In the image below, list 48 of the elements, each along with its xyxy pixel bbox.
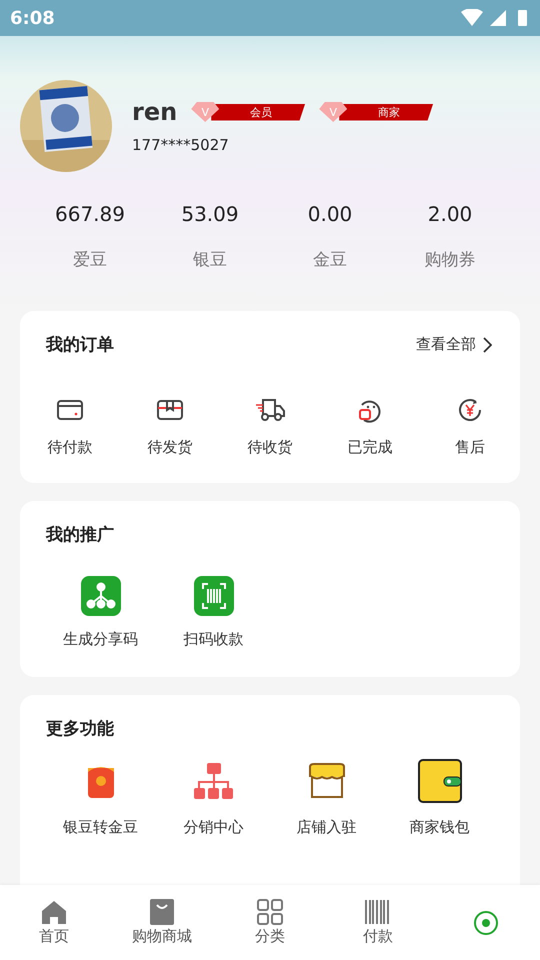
shop-icon [306, 761, 346, 801]
order-status-label[interactable]: 售后 [455, 438, 485, 457]
function-label[interactable]: 店铺入驻 [296, 818, 356, 837]
card-title: 我的推广 [46, 524, 114, 546]
stat-value: 0.00 [308, 202, 352, 226]
status-time: 6:08 [10, 8, 55, 28]
circle-icon [473, 910, 499, 936]
order-status-label[interactable]: 已完成 [348, 438, 392, 457]
wifi-icon [461, 9, 483, 26]
order-status-label[interactable]: 待收货 [248, 438, 292, 457]
order-status-label[interactable]: 待付款 [48, 438, 92, 457]
refund-icon [457, 397, 483, 423]
stat-value: 2.00 [428, 202, 472, 226]
promotion-label[interactable]: 扫码收款 [184, 630, 244, 649]
chevron-right-icon [482, 336, 492, 352]
truck-icon [255, 398, 285, 422]
shopping-bag-icon [150, 899, 174, 925]
hierarchy-icon [192, 762, 234, 800]
function-label[interactable]: 分销中心 [184, 818, 244, 837]
user-name: ren [132, 98, 178, 126]
stat-label: 银豆 [193, 249, 227, 271]
view-all-link[interactable]: 查看全部 [416, 335, 492, 354]
stat-label: 爱豆 [73, 249, 107, 271]
stat-value: 53.09 [181, 202, 239, 226]
function-label[interactable]: 银豆转金豆 [63, 818, 138, 837]
stat-label: 购物券 [424, 249, 476, 271]
home-icon [41, 899, 67, 925]
phone-number: 177****5027 [132, 136, 230, 154]
battery-icon [518, 10, 527, 26]
order-status-label[interactable]: 待发货 [148, 438, 192, 457]
nav-tab[interactable]: 分类 [216, 899, 324, 946]
promotion-label[interactable]: 生成分享码 [63, 630, 138, 649]
barcode-scan-icon [194, 576, 234, 616]
barcode-icon [364, 899, 392, 925]
box-icon [157, 399, 183, 421]
card-title: 更多功能 [46, 718, 114, 740]
function-label[interactable]: 商家钱包 [410, 818, 470, 837]
nav-tab[interactable]: 首页 [0, 899, 108, 946]
share-icon [80, 576, 120, 616]
nav-tab[interactable]: 付款 [324, 899, 432, 946]
card-icon [57, 399, 83, 421]
wallet-icon [418, 759, 462, 803]
grid-icon [257, 899, 283, 925]
stat-label: 金豆 [313, 249, 347, 271]
stat-value: 667.89 [55, 202, 125, 226]
card-title: 我的订单 [46, 334, 114, 356]
nav-tab[interactable]: 购物商城 [108, 899, 216, 946]
signal-icon [490, 10, 506, 26]
